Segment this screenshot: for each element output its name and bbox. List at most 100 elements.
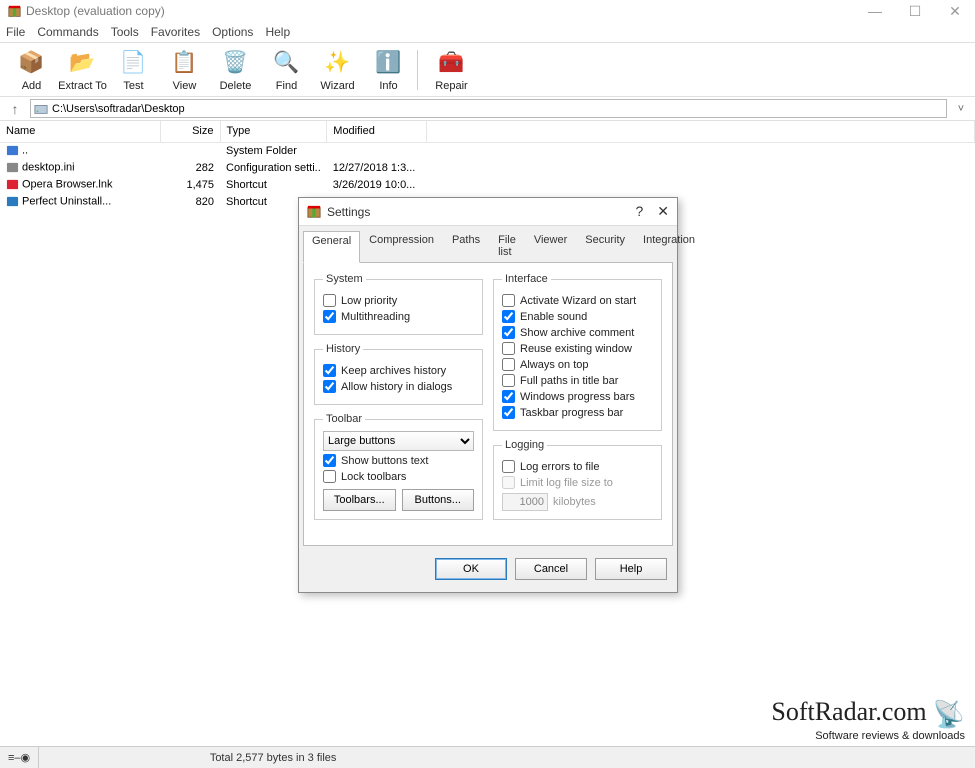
logging-checkbox-label-1: Limit log file size to <box>520 477 613 489</box>
interface-checkbox-input-6[interactable] <box>502 390 515 403</box>
tab-viewer[interactable]: Viewer <box>525 230 576 262</box>
history-checkbox-1[interactable]: Allow history in dialogs <box>323 380 474 393</box>
interface-checkbox-4[interactable]: Always on top <box>502 358 653 371</box>
interface-checkbox-label-7: Taskbar progress bar <box>520 407 623 419</box>
log-size-unit: kilobytes <box>553 496 596 508</box>
history-checkbox-input-0[interactable] <box>323 364 336 377</box>
test-button[interactable]: 📄Test <box>108 45 159 94</box>
tab-integration[interactable]: Integration <box>634 230 704 262</box>
add-archive-button[interactable]: 📦Add <box>6 45 57 94</box>
path-input[interactable]: C:\Users\softradar\Desktop <box>30 99 947 118</box>
help-icon[interactable]: ? <box>635 203 643 220</box>
minimize-button[interactable]: — <box>863 3 887 20</box>
close-icon[interactable]: ✕ <box>657 203 669 220</box>
cancel-button[interactable]: Cancel <box>515 558 587 580</box>
interface-checkbox-input-5[interactable] <box>502 374 515 387</box>
interface-checkbox-input-7[interactable] <box>502 406 515 419</box>
history-checkbox-label-1: Allow history in dialogs <box>341 381 452 393</box>
interface-checkbox-input-1[interactable] <box>502 310 515 323</box>
logging-checkbox-label-0: Log errors to file <box>520 461 599 473</box>
status-bar: ≡–◉ Total 2,577 bytes in 3 files <box>0 746 975 768</box>
tab-paths[interactable]: Paths <box>443 230 489 262</box>
interface-checkbox-label-4: Always on top <box>520 359 588 371</box>
logging-checkbox-input-0[interactable] <box>502 460 515 473</box>
system-checkbox-0[interactable]: Low priority <box>323 294 474 307</box>
system-checkbox-1[interactable]: Multithreading <box>323 310 474 323</box>
interface-checkbox-input-2[interactable] <box>502 326 515 339</box>
toolbars-button[interactable]: Toolbars... <box>323 489 396 511</box>
menu-file[interactable]: File <box>6 25 25 39</box>
toolbar-checkbox-label-0: Show buttons text <box>341 455 428 467</box>
interface-checkbox-input-4[interactable] <box>502 358 515 371</box>
watermark: SoftRadar.com📡 Software reviews & downlo… <box>771 697 965 742</box>
history-checkbox-input-1[interactable] <box>323 380 336 393</box>
interface-checkbox-0[interactable]: Activate Wizard on start <box>502 294 653 307</box>
column-type[interactable]: Type <box>220 121 327 142</box>
ok-button[interactable]: OK <box>435 558 507 580</box>
info-icon: ℹ️ <box>374 48 404 78</box>
menu-tools[interactable]: Tools <box>111 25 139 39</box>
interface-checkbox-5[interactable]: Full paths in title bar <box>502 374 653 387</box>
wizard-icon: ✨ <box>323 48 353 78</box>
interface-checkbox-7[interactable]: Taskbar progress bar <box>502 406 653 419</box>
tab-panel-general: System Low priorityMultithreading Histor… <box>303 262 673 546</box>
close-button[interactable]: ✕ <box>943 3 967 20</box>
view-button[interactable]: 📋View <box>159 45 210 94</box>
toolbar-checkbox-0[interactable]: Show buttons text <box>323 454 474 467</box>
history-group: History Keep archives historyAllow histo… <box>314 343 483 405</box>
toolbar-checkbox-label-1: Lock toolbars <box>341 471 406 483</box>
column-name[interactable]: Name <box>0 121 160 142</box>
wizard-button[interactable]: ✨Wizard <box>312 45 363 94</box>
up-button[interactable]: ↑ <box>6 101 24 117</box>
interface-checkbox-3[interactable]: Reuse existing window <box>502 342 653 355</box>
info-button[interactable]: ℹ️ Info <box>363 45 414 94</box>
delete-button[interactable]: 🗑️Delete <box>210 45 261 94</box>
repair-button[interactable]: 🧰Repair <box>426 45 477 94</box>
system-checkbox-input-1[interactable] <box>323 310 336 323</box>
system-checkbox-label-1: Multithreading <box>341 311 410 323</box>
table-row[interactable]: desktop.ini282Configuration setti..12/27… <box>0 159 975 176</box>
tab-security[interactable]: Security <box>576 230 634 262</box>
tool-label: Info <box>379 80 397 92</box>
menu-favorites[interactable]: Favorites <box>151 25 200 39</box>
interface-checkbox-1[interactable]: Enable sound <box>502 310 653 323</box>
help-button[interactable]: Help <box>595 558 667 580</box>
extract-button[interactable]: 📂 Extract To <box>57 45 108 94</box>
tool-label: Extract To <box>58 80 107 92</box>
find-button[interactable]: 🔍Find <box>261 45 312 94</box>
toolbar-checkbox-input-1[interactable] <box>323 470 336 483</box>
interface-checkbox-input-3[interactable] <box>502 342 515 355</box>
file-size: 282 <box>160 159 220 176</box>
column-size[interactable]: Size <box>160 121 220 142</box>
file-size: 1,475 <box>160 176 220 193</box>
tab-compression[interactable]: Compression <box>360 230 443 262</box>
history-checkbox-0[interactable]: Keep archives history <box>323 364 474 377</box>
menu-help[interactable]: Help <box>265 25 290 39</box>
toolbar-size-select[interactable]: Large buttons <box>323 431 474 451</box>
path-dropdown[interactable]: ˅ <box>953 103 969 115</box>
menu-commands[interactable]: Commands <box>37 25 98 39</box>
extract-icon: 📂 <box>68 48 98 78</box>
interface-checkbox-input-0[interactable] <box>502 294 515 307</box>
file-size: 820 <box>160 193 220 210</box>
logging-legend: Logging <box>502 439 547 451</box>
tab-file-list[interactable]: File list <box>489 230 525 262</box>
table-row[interactable]: Opera Browser.lnk1,475Shortcut3/26/2019 … <box>0 176 975 193</box>
column-modified[interactable]: Modified <box>327 121 427 142</box>
file-type: System Folder <box>220 142 327 159</box>
toolbar-checkbox-1[interactable]: Lock toolbars <box>323 470 474 483</box>
maximize-button[interactable]: ☐ <box>903 3 927 20</box>
system-checkbox-input-0[interactable] <box>323 294 336 307</box>
logging-checkbox-0[interactable]: Log errors to file <box>502 460 653 473</box>
interface-checkbox-6[interactable]: Windows progress bars <box>502 390 653 403</box>
toolbar-separator <box>417 50 423 90</box>
tab-general[interactable]: General <box>303 231 360 263</box>
menu-options[interactable]: Options <box>212 25 253 39</box>
log-size-input[interactable] <box>502 493 548 511</box>
buttons-button[interactable]: Buttons... <box>402 489 475 511</box>
dialog-title-bar: Settings ? ✕ <box>299 198 677 226</box>
toolbar-checkbox-input-0[interactable] <box>323 454 336 467</box>
interface-checkbox-label-0: Activate Wizard on start <box>520 295 636 307</box>
table-row[interactable]: ..System Folder <box>0 142 975 159</box>
interface-checkbox-2[interactable]: Show archive comment <box>502 326 653 339</box>
